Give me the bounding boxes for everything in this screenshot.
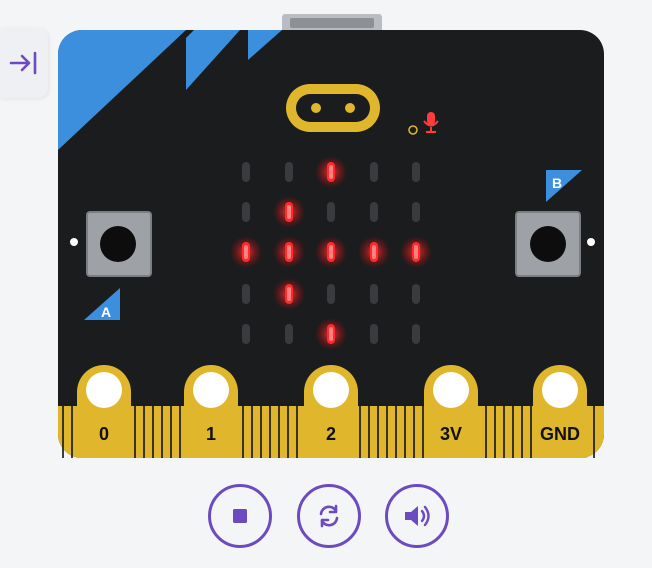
pin-gnd[interactable]: GND bbox=[533, 365, 587, 458]
led bbox=[327, 202, 335, 222]
led bbox=[358, 236, 390, 268]
led bbox=[370, 162, 378, 182]
led bbox=[273, 236, 305, 268]
led bbox=[273, 278, 305, 310]
pin-label: 3V bbox=[440, 424, 462, 444]
microbit-simulator: A B 0 1 2 3V GND bbox=[0, 0, 652, 470]
stop-icon bbox=[233, 509, 247, 523]
led bbox=[285, 162, 293, 182]
stop-button[interactable] bbox=[208, 484, 272, 548]
pin-label: 2 bbox=[326, 424, 336, 444]
restart-icon bbox=[319, 504, 339, 528]
led bbox=[315, 236, 347, 268]
led bbox=[412, 162, 420, 182]
pin-2[interactable]: 2 bbox=[304, 365, 358, 458]
pin-0[interactable]: 0 bbox=[77, 365, 131, 458]
led bbox=[242, 202, 250, 222]
led bbox=[400, 236, 432, 268]
led bbox=[315, 156, 347, 188]
button-a-label: A bbox=[101, 304, 111, 320]
speaker-icon bbox=[405, 505, 430, 527]
led bbox=[230, 236, 262, 268]
button-b-label: B bbox=[552, 175, 562, 191]
led bbox=[412, 324, 420, 344]
led bbox=[327, 284, 335, 304]
led bbox=[242, 284, 250, 304]
led bbox=[315, 318, 347, 350]
led bbox=[412, 202, 420, 222]
restart-button[interactable] bbox=[297, 484, 361, 548]
led bbox=[370, 202, 378, 222]
simulator-controls bbox=[0, 480, 652, 560]
led bbox=[370, 284, 378, 304]
led bbox=[370, 324, 378, 344]
led bbox=[242, 162, 250, 182]
pin-3v[interactable]: 3V bbox=[424, 365, 478, 458]
touch-logo[interactable] bbox=[286, 84, 380, 132]
led bbox=[285, 324, 293, 344]
microbit-board: A B 0 1 2 3V GND bbox=[58, 14, 604, 458]
pin-label: 1 bbox=[206, 424, 216, 444]
led bbox=[242, 324, 250, 344]
mute-button[interactable] bbox=[385, 484, 449, 548]
led bbox=[273, 196, 305, 228]
pin-label: GND bbox=[540, 424, 580, 444]
led bbox=[412, 284, 420, 304]
pin-1[interactable]: 1 bbox=[184, 365, 238, 458]
pin-label: 0 bbox=[99, 424, 109, 444]
